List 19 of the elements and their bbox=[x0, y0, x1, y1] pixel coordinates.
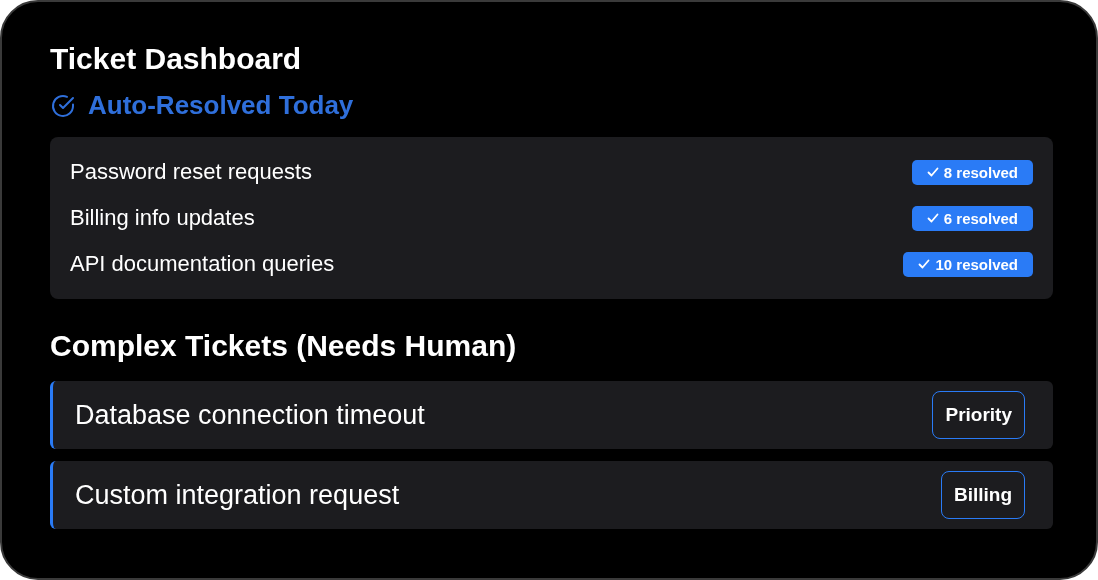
check-circle-icon bbox=[50, 92, 76, 119]
badge-text: 6 resolved bbox=[943, 209, 1018, 227]
section-heading: Complex Tickets (Needs Human) bbox=[50, 329, 518, 363]
category-label: Billing info updates bbox=[70, 205, 255, 231]
ticket-tag: Priority bbox=[932, 391, 1025, 439]
section-heading: Auto-Resolved Today bbox=[88, 90, 354, 121]
ticket-title: Custom integration request bbox=[75, 479, 400, 511]
badge-text: 8 resolved bbox=[943, 163, 1018, 181]
ticket-card[interactable]: Custom integration request Billing bbox=[50, 461, 1053, 529]
category-label: Password reset requests bbox=[70, 159, 313, 185]
category-label: API documentation queries bbox=[70, 251, 335, 277]
check-icon bbox=[926, 213, 939, 223]
check-icon bbox=[926, 167, 939, 177]
check-icon bbox=[918, 259, 931, 269]
ticket-tag: Billing bbox=[940, 471, 1025, 519]
badge-text: 10 resolved bbox=[935, 255, 1018, 273]
ticket-title: Database connection timeout bbox=[75, 399, 425, 431]
dashboard-title: Ticket Dashboard bbox=[50, 42, 303, 76]
ticket-card[interactable]: Database connection timeout Priority bbox=[50, 381, 1053, 449]
